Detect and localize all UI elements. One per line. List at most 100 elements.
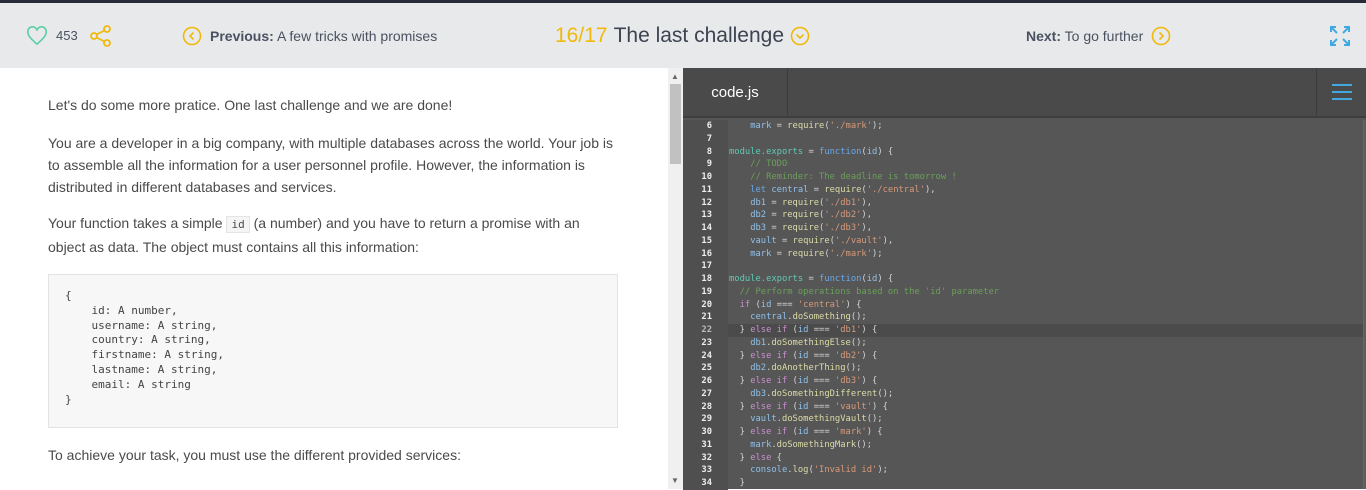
code-token: (); — [866, 414, 883, 425]
code-line[interactable]: 34 } — [683, 477, 1366, 490]
code-line[interactable]: 23 db1.doSomethingElse(); — [683, 336, 1366, 350]
code-token: 'db1' — [834, 325, 862, 335]
code-line[interactable]: 22 } else if (id === 'db1') { — [683, 324, 1366, 337]
code-line[interactable]: 10 // Reminder: The deadline is tomorrow… — [683, 171, 1366, 184]
code-line[interactable]: 18 module.exports = function(id) { — [683, 273, 1366, 286]
paragraph: Let's do some more pratice. One last cha… — [48, 97, 453, 113]
code-line[interactable]: 25 db2.doAnotherThing(); — [683, 362, 1366, 375]
scrollbar-thumb[interactable] — [670, 84, 681, 164]
code-token: ) { — [861, 376, 878, 386]
share-button[interactable] — [90, 3, 112, 68]
like-button[interactable]: 453 — [26, 3, 78, 68]
code-token: ( — [787, 427, 798, 437]
code-token: let — [750, 184, 772, 195]
code-line[interactable]: 27 db3.doSomethingDifferent(); — [683, 387, 1366, 401]
code-line[interactable]: 26 } else if (id === 'db3') { — [683, 375, 1366, 388]
paragraph: To achieve your task, you must use the d… — [48, 447, 461, 463]
line-number: 27 — [683, 387, 728, 401]
scroll-down-icon[interactable]: ▼ — [671, 476, 679, 485]
code-text: central.doSomething(); — [728, 311, 1366, 324]
code-line[interactable]: 28 } else if (id === 'vault') { — [683, 400, 1366, 414]
next-label: Next: — [1026, 27, 1062, 44]
code-line[interactable]: 14 db3 = require('./db3'), — [683, 222, 1366, 235]
code-line[interactable]: 13 db2 = require('./db2'), — [683, 209, 1366, 222]
code-line[interactable]: 20 if (id === 'central') { — [683, 298, 1366, 312]
code-line[interactable]: 8 module.exports = function(id) { — [683, 145, 1366, 159]
lesson-header: 453 Previous: A few tricks with promises… — [0, 3, 1366, 68]
line-number: 34 — [683, 477, 728, 490]
code-text: module.exports = function(id) { — [728, 146, 1366, 159]
code-token: (); — [845, 363, 862, 374]
code-token: './db3' — [824, 223, 862, 233]
code-token: } — [729, 376, 751, 386]
code-token: ( — [750, 299, 761, 310]
code-token: central — [750, 312, 788, 323]
line-number: 17 — [683, 260, 728, 273]
tab-code-js[interactable]: code.js — [683, 68, 788, 116]
code-token: db2 — [750, 363, 767, 374]
code-token: db1 — [750, 337, 767, 348]
code-token: ), — [861, 223, 873, 233]
code-lines[interactable]: 6 mark = require('./mark'); 7 8 module.expo… — [683, 120, 1366, 490]
code-token: ), — [861, 197, 873, 208]
code-line[interactable]: 16 mark = require('./mark'); — [683, 247, 1366, 261]
code-line[interactable]: 7 — [683, 132, 1366, 146]
code-token: require — [781, 223, 820, 233]
line-number: 32 — [683, 451, 728, 465]
code-text: mark.doSomethingMark(); — [728, 439, 1366, 452]
paragraph: You are a developer in a big company, wi… — [48, 135, 614, 195]
code-line[interactable]: 12 db1 = require('./db1'), — [683, 196, 1366, 210]
editor-tabbar: code.js — [683, 68, 1366, 118]
code-line[interactable]: 30 } else if (id === 'mark') { — [683, 426, 1366, 439]
code-token: './db2' — [824, 210, 862, 221]
lesson-scrollbar[interactable]: ▲ ▼ — [668, 68, 683, 489]
code-token: (); — [877, 388, 894, 399]
line-number: 20 — [683, 298, 728, 312]
heart-icon — [27, 25, 47, 45]
code-line[interactable]: 31 mark.doSomethingMark(); — [683, 438, 1366, 452]
code-line[interactable]: 21 central.doSomething(); — [683, 311, 1366, 324]
like-count: 453 — [56, 28, 78, 43]
code-line[interactable]: 19 // Perform operations based on the 'i… — [683, 285, 1366, 299]
code-editor: code.js 6 mark = require('./mark'); 7 8 mod… — [683, 68, 1366, 490]
code-token: else — [750, 452, 772, 463]
code-token: // Reminder: The deadline is tomorrow ! — [750, 172, 957, 182]
line-number: 29 — [683, 413, 728, 426]
code-line[interactable]: 11 let central = require('./central'), — [683, 183, 1366, 197]
code-token: } — [729, 350, 751, 361]
code-line[interactable]: 29 vault.doSomethingVault(); — [683, 413, 1366, 426]
code-token: doSomethingMark — [776, 439, 857, 450]
code-line[interactable]: 9 // TODO — [683, 158, 1366, 171]
code-text: mark = require('./mark'); — [728, 248, 1366, 261]
code-text: vault = require('./vault'), — [728, 235, 1366, 248]
lesson-title-dropdown[interactable]: 16/17 The last challenge — [555, 3, 810, 68]
code-line[interactable]: 24 } else if (id === 'db2') { — [683, 349, 1366, 363]
previous-lesson-link[interactable]: Previous: A few tricks with promises — [182, 3, 437, 68]
code-text: // Perform operations based on the 'id' … — [728, 286, 1366, 299]
code-token: module.exports — [729, 146, 804, 157]
code-token: doSomethingDifferent — [771, 388, 878, 399]
code-token: db3 — [750, 388, 767, 399]
code-line[interactable]: 15 vault = require('./vault'), — [683, 234, 1366, 248]
code-text: console.log('Invalid id'); — [728, 464, 1366, 477]
code-token: id — [797, 325, 809, 335]
fullscreen-button[interactable] — [1330, 3, 1350, 68]
code-text: let central = require('./central'), — [728, 184, 1366, 197]
code-line[interactable]: 32 } else { — [683, 451, 1366, 465]
code-token: require — [781, 210, 820, 221]
next-lesson-link[interactable]: Next: To go further — [1026, 3, 1171, 68]
code-text: } else if (id === 'mark') { — [728, 426, 1366, 439]
code-token: } — [729, 452, 751, 463]
menu-button[interactable] — [1316, 68, 1366, 116]
code-token: ) { — [877, 274, 894, 284]
code-line[interactable]: 17 — [683, 260, 1366, 273]
code-line[interactable]: 6 mark = require('./mark'); — [683, 120, 1366, 133]
code-line[interactable]: 33 console.log('Invalid id'); — [683, 464, 1366, 477]
scroll-up-icon[interactable]: ▲ — [671, 72, 679, 81]
